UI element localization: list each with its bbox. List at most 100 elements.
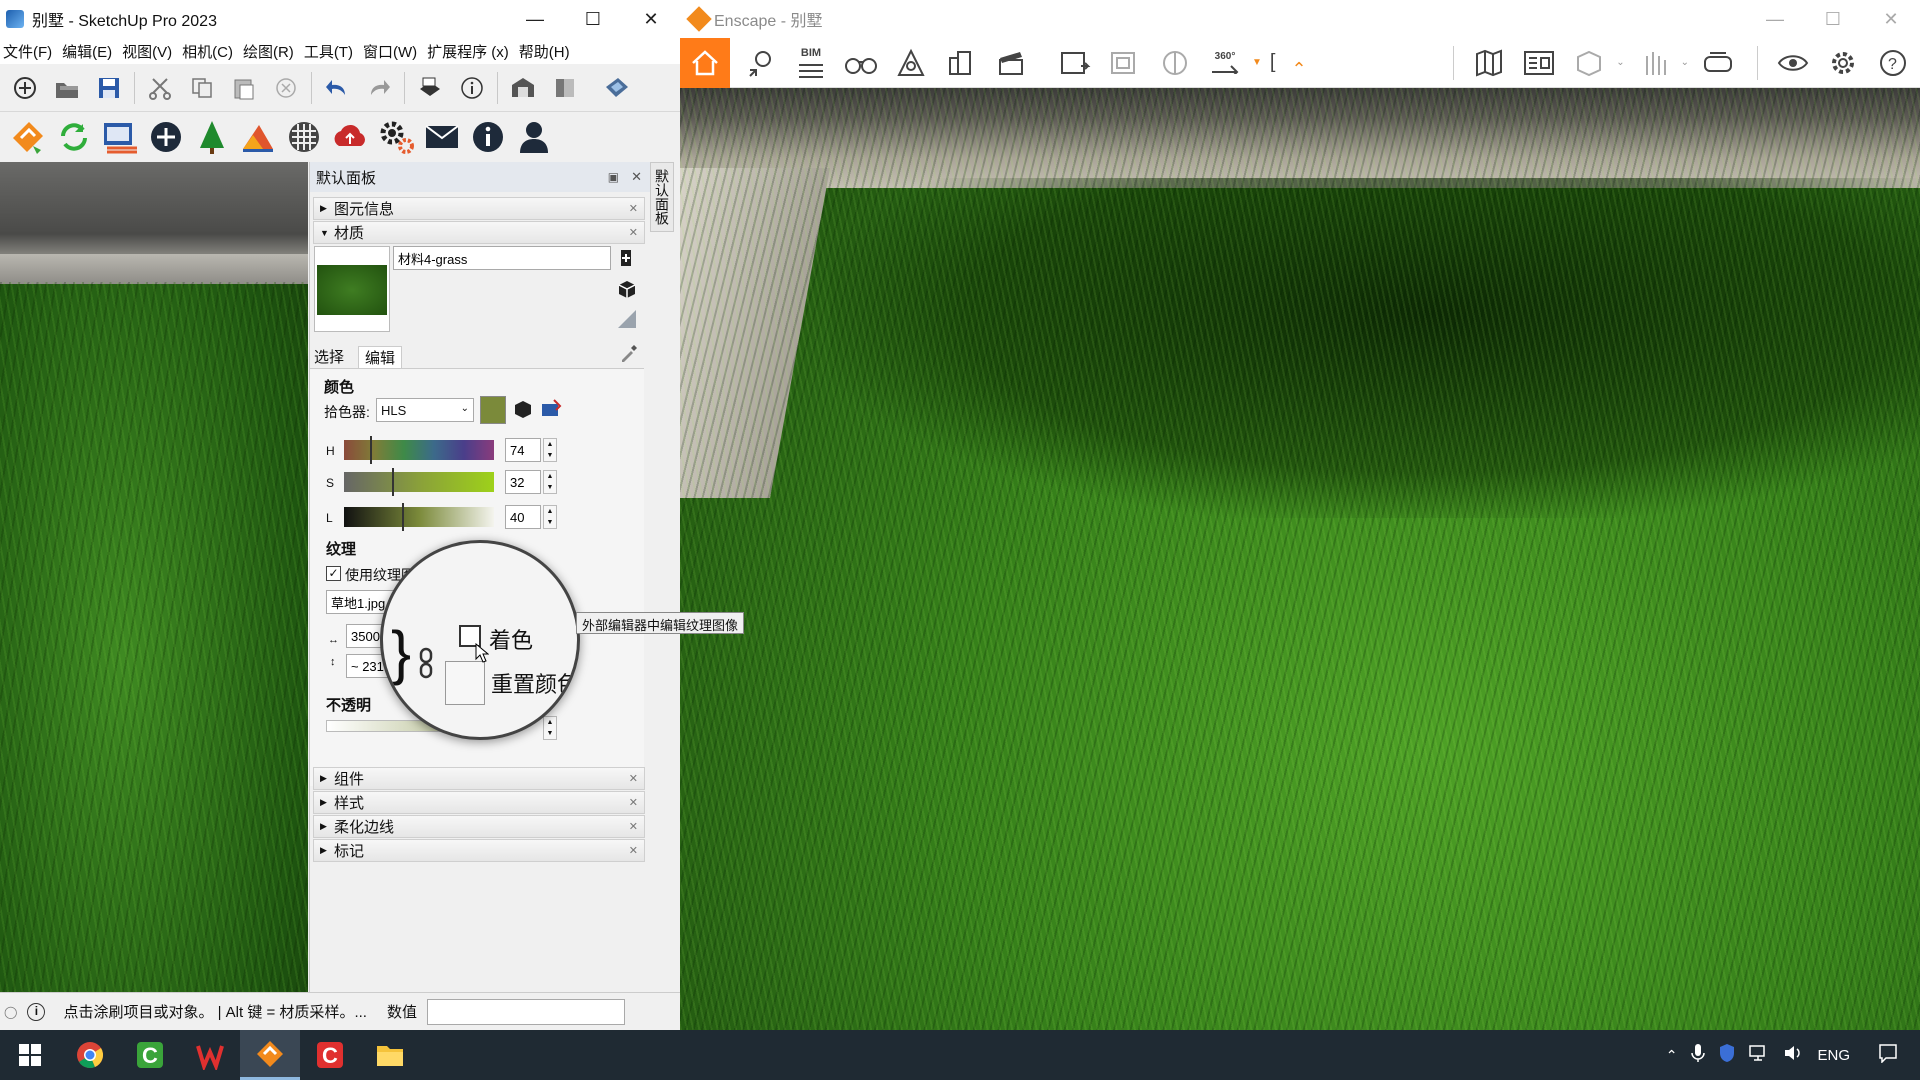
- binoculars-icon[interactable]: [838, 40, 884, 86]
- batch-render-icon[interactable]: [1102, 40, 1148, 86]
- h-slider-thumb[interactable]: [370, 436, 372, 464]
- orthographic-view-icon[interactable]: [1566, 40, 1612, 86]
- info-display-icon[interactable]: [1516, 40, 1562, 86]
- volume-icon[interactable]: [1783, 1044, 1803, 1066]
- walk-mode-icon[interactable]: [1631, 40, 1677, 86]
- section-close-icon[interactable]: ✕: [629, 226, 638, 239]
- section-close-icon[interactable]: ✕: [629, 772, 638, 785]
- current-color-swatch[interactable]: [480, 396, 506, 424]
- section-components[interactable]: ▶ 组件 ✕: [313, 767, 645, 790]
- material-name-input[interactable]: [393, 246, 611, 270]
- geo-location-icon[interactable]: ◯: [4, 1005, 17, 1019]
- about-icon[interactable]: [468, 117, 508, 157]
- clapperboard-icon[interactable]: [988, 40, 1034, 86]
- menu-camera[interactable]: 相机(C): [179, 41, 240, 62]
- undo-icon[interactable]: [320, 71, 354, 105]
- panorama-360-icon[interactable]: 360°: [1202, 40, 1248, 86]
- menu-draw[interactable]: 绘图(R): [240, 41, 301, 62]
- section-close-icon[interactable]: ✕: [629, 844, 638, 857]
- bim-icon[interactable]: BIM: [788, 40, 834, 86]
- file-explorer-icon[interactable]: [360, 1030, 420, 1080]
- texture-icon[interactable]: [284, 117, 324, 157]
- dropdown-caret-icon[interactable]: ⌄: [1681, 57, 1689, 68]
- open-icon[interactable]: [50, 71, 84, 105]
- section-soften-edges[interactable]: ▶ 柔化边线 ✕: [313, 815, 645, 838]
- view-management-icon[interactable]: [738, 40, 784, 86]
- visibility-eye-icon[interactable]: [1770, 40, 1816, 86]
- opacity-spinner[interactable]: ▲ ▼: [543, 716, 557, 740]
- dropdown-caret-icon[interactable]: ▼: [1252, 57, 1262, 68]
- dropdown-caret-icon[interactable]: ⌄: [1616, 57, 1624, 68]
- l-slider-thumb[interactable]: [402, 503, 404, 531]
- enscape-close-button[interactable]: ✕: [1862, 0, 1920, 38]
- enscape-settings-icon[interactable]: [1820, 40, 1866, 86]
- l-slider[interactable]: [344, 507, 494, 527]
- security-shield-icon[interactable]: [1719, 1043, 1735, 1067]
- sketchup-viewport[interactable]: [0, 162, 308, 992]
- input-language[interactable]: ENG: [1817, 1047, 1850, 1064]
- camtasia-icon[interactable]: C: [120, 1030, 180, 1080]
- tray-close-icon[interactable]: ✕: [631, 169, 642, 185]
- h-input[interactable]: [505, 438, 541, 462]
- start-icon[interactable]: [0, 1030, 60, 1080]
- export-panorama-icon[interactable]: [1152, 40, 1198, 86]
- minimize-button[interactable]: —: [506, 0, 564, 38]
- feedback-mail-icon[interactable]: [422, 117, 462, 157]
- l-input[interactable]: [505, 505, 541, 529]
- menu-file[interactable]: 文件(F): [0, 41, 59, 62]
- create-material-icon[interactable]: [618, 248, 634, 268]
- sample-paint-icon[interactable]: [616, 308, 638, 330]
- enscape-minimize-button[interactable]: —: [1746, 0, 1804, 38]
- screenshot-icon[interactable]: [1052, 40, 1098, 86]
- material-editor-icon[interactable]: [238, 117, 278, 157]
- match-screen-color-icon[interactable]: [540, 398, 562, 420]
- copy-icon[interactable]: [185, 71, 219, 105]
- close-button[interactable]: ✕: [622, 0, 680, 38]
- enscape-maximize-button[interactable]: ☐: [1804, 0, 1862, 38]
- menu-extensions[interactable]: 扩展程序 (x): [424, 41, 516, 62]
- enscape-render-viewport[interactable]: [680, 88, 1920, 1030]
- menu-window[interactable]: 窗口(W): [360, 41, 424, 62]
- use-texture-checkbox[interactable]: ✓: [326, 566, 341, 581]
- s-slider-thumb[interactable]: [392, 468, 394, 496]
- account-icon[interactable]: [514, 117, 554, 157]
- info-icon[interactable]: i: [27, 1002, 46, 1021]
- home-icon[interactable]: [680, 37, 730, 88]
- tab-edit[interactable]: 编辑: [358, 346, 403, 368]
- measurements-input[interactable]: [426, 998, 625, 1025]
- 3d-warehouse-icon[interactable]: [506, 71, 540, 105]
- reset-color-button[interactable]: [445, 661, 485, 705]
- color-picker-select[interactable]: HLS ⌄: [376, 398, 474, 422]
- menu-tools[interactable]: 工具(T): [301, 41, 360, 62]
- section-close-icon[interactable]: ✕: [629, 820, 638, 833]
- network-icon[interactable]: [1749, 1044, 1769, 1066]
- add-asset-icon[interactable]: [146, 117, 186, 157]
- notification-icon[interactable]: [1878, 1043, 1898, 1067]
- section-entity-info[interactable]: ▶ 图元信息 ✕: [313, 197, 645, 220]
- extension-warehouse-icon[interactable]: [548, 71, 582, 105]
- microphone-icon[interactable]: [1691, 1043, 1706, 1067]
- enscape-icon[interactable]: [240, 1030, 300, 1080]
- paste-icon[interactable]: [227, 71, 261, 105]
- match-model-color-icon[interactable]: [512, 398, 534, 420]
- erase-icon[interactable]: [269, 71, 303, 105]
- eyedropper-icon[interactable]: [620, 344, 638, 362]
- vr-headset-icon[interactable]: [1695, 40, 1741, 86]
- layout-icon[interactable]: [600, 71, 634, 105]
- new-icon[interactable]: [8, 71, 42, 105]
- cut-icon[interactable]: [143, 71, 177, 105]
- asset-library-icon[interactable]: [192, 117, 232, 157]
- show-hidden-icons-icon[interactable]: ⌃: [1666, 1047, 1678, 1064]
- live-update-icon[interactable]: [54, 117, 94, 157]
- pin-icon[interactable]: ▣: [608, 170, 619, 184]
- chrome-icon[interactable]: [60, 1030, 120, 1080]
- s-spinner[interactable]: ▲ ▼: [543, 470, 557, 494]
- menu-view[interactable]: 视图(V): [119, 41, 179, 62]
- default-material-icon[interactable]: [616, 278, 638, 300]
- camtasia-recorder-icon[interactable]: C: [300, 1030, 360, 1080]
- collapse-toolbar-icon[interactable]: ⌃: [1291, 59, 1306, 80]
- print-icon[interactable]: [413, 71, 447, 105]
- upload-icon[interactable]: [330, 117, 370, 157]
- section-materials[interactable]: ▼ 材质 ✕: [313, 221, 645, 244]
- sync-views-icon[interactable]: [100, 117, 140, 157]
